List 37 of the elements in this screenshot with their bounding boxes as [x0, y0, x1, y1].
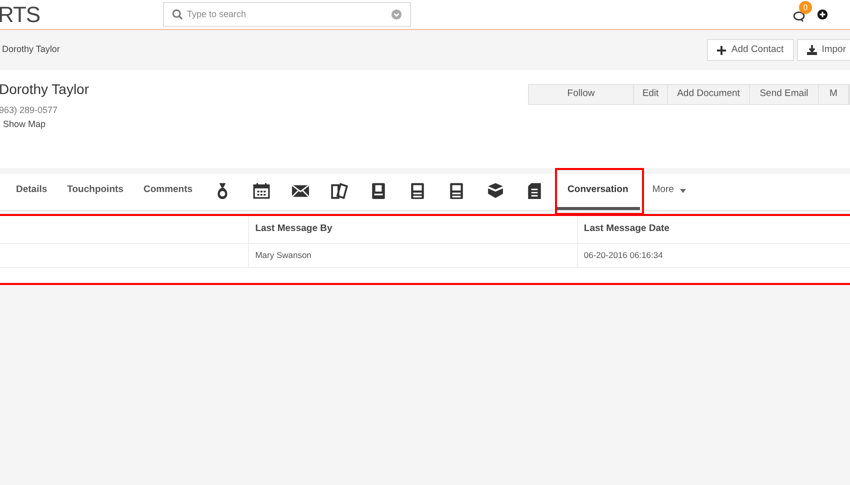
- action-button[interactable]: Follow: [529, 85, 634, 104]
- header-button[interactable]: Add Contact: [707, 39, 794, 61]
- action-button[interactable]: Edit: [634, 85, 668, 104]
- tab[interactable]: Comments: [133, 174, 203, 210]
- chat-icon[interactable]: [793, 11, 805, 22]
- download-icon: [806, 45, 817, 55]
- tab[interactable]: Conversation: [556, 174, 640, 210]
- plus-icon: [717, 46, 726, 54]
- envelope-icon: [292, 182, 309, 199]
- search-icon: [172, 9, 183, 20]
- form-icon: [448, 182, 465, 199]
- contact-name: Dorothy Taylor: [0, 80, 90, 99]
- column-header: Last Message Date: [576, 216, 850, 243]
- search-input: Type to search: [187, 8, 387, 22]
- breadcrumb[interactable]: Dorothy Taylor: [2, 43, 60, 57]
- tab[interactable]: More: [642, 174, 696, 210]
- form-icon: [408, 182, 426, 199]
- show-map-link[interactable]: Show Map: [3, 118, 528, 131]
- calendar-icon: [252, 182, 270, 199]
- header-button[interactable]: Impor: [796, 39, 850, 61]
- box-icon: [486, 182, 504, 199]
- contact-card-icon: [370, 182, 387, 199]
- tab[interactable]: Details: [6, 174, 58, 210]
- table-cell: 06-20-2016 06:16:34: [576, 244, 850, 267]
- notification-badge: 0: [799, 1, 812, 14]
- action-button[interactable]: Send Email: [750, 85, 819, 104]
- table-cell: Mary Swanson: [248, 244, 577, 267]
- tab[interactable]: Touchpoints: [57, 174, 134, 210]
- tickets-icon: [330, 182, 348, 199]
- logo: RTS: [0, 1, 41, 29]
- caret-icon: [680, 188, 686, 192]
- column-header: Last Message By: [248, 216, 577, 243]
- action-button[interactable]: M: [819, 85, 849, 104]
- document-icon: [526, 182, 543, 199]
- plus-icon[interactable]: [817, 9, 828, 20]
- action-button[interactable]: Add Document: [668, 85, 750, 104]
- search-field[interactable]: Type to search: [163, 2, 411, 27]
